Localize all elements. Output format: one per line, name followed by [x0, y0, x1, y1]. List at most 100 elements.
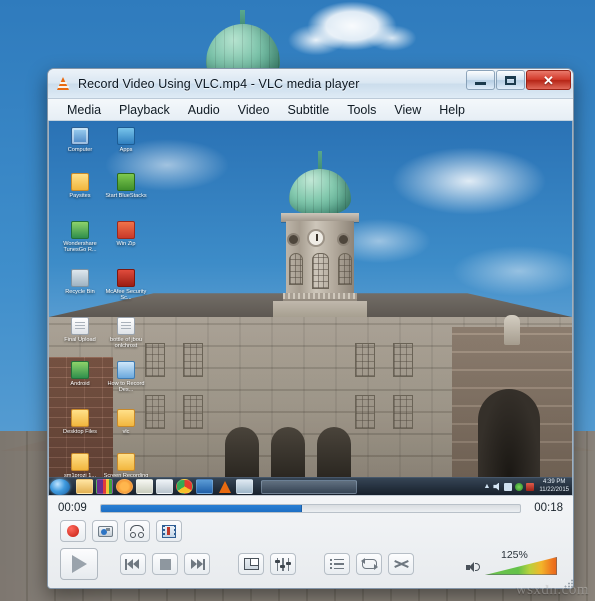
paint-icon[interactable] — [236, 479, 253, 494]
resize-grip[interactable] — [564, 579, 573, 588]
desktop-icon-screen-recording[interactable]: Screen Recording — [101, 453, 151, 479]
seek-row[interactable]: 00:09 00:18 — [48, 496, 573, 518]
volume-group[interactable]: 125% — [466, 549, 563, 575]
menu-bar[interactable]: Media Playback Audio Video Subtitle Tool… — [48, 99, 573, 121]
recorded-taskbar[interactable]: ▲ 4:39 PM 11/22/2015 — [49, 477, 572, 495]
advanced-controls-row[interactable] — [48, 518, 573, 545]
window-title: Record Video Using VLC.mp4 - VLC media p… — [78, 76, 360, 91]
volume-label: 125% — [501, 549, 528, 561]
show-hidden-icons-arrow[interactable]: ▲ — [483, 483, 490, 490]
vlc-cone-icon — [56, 76, 71, 92]
shuffle-icon — [393, 558, 409, 570]
ab-loop-button[interactable] — [124, 520, 150, 542]
volume-slider[interactable]: 125% — [485, 549, 557, 575]
loop-icon — [360, 558, 378, 570]
extended-settings-button[interactable] — [270, 553, 296, 575]
previous-button[interactable] — [120, 553, 146, 575]
maximize-button[interactable] — [496, 70, 525, 90]
desktop-icon-bluestacks[interactable]: Start BlueStacks — [101, 173, 151, 199]
frame-by-frame-button[interactable] — [156, 520, 182, 542]
desktop-icon-apps[interactable]: Apps — [101, 127, 151, 153]
equalizer-icon — [274, 557, 291, 571]
vlc-icon[interactable] — [216, 479, 233, 494]
text-document-icon — [71, 317, 89, 335]
menu-item-audio[interactable]: Audio — [179, 101, 229, 119]
windows-explorer-icon[interactable] — [76, 479, 93, 494]
menu-item-video[interactable]: Video — [229, 101, 279, 119]
stop-button[interactable] — [152, 553, 178, 575]
notification-icon[interactable] — [526, 482, 535, 491]
clock-time: 4:39 PM — [543, 479, 566, 485]
start-orb-icon[interactable] — [50, 478, 70, 495]
apps-shortcut-icon — [117, 127, 135, 145]
folder-icon — [117, 453, 135, 471]
desktop-icon-how-to-record[interactable]: How to Record Des... — [101, 361, 151, 394]
monitor-app-icon[interactable] — [156, 479, 173, 494]
vlc-media-player-window[interactable]: Record Video Using VLC.mp4 - VLC media p… — [47, 68, 574, 589]
menu-item-media[interactable]: Media — [58, 101, 110, 119]
desktop-icon-computer[interactable]: Computer — [55, 127, 105, 153]
playlist-button[interactable] — [324, 553, 350, 575]
playlist-icon — [330, 558, 344, 570]
maximize-icon — [505, 75, 516, 85]
next-icon — [189, 558, 205, 570]
minimize-icon — [475, 81, 486, 85]
android-icon — [71, 361, 89, 379]
desktop-icon-final-upload[interactable]: Final Upload — [55, 317, 105, 343]
folder-icon — [71, 409, 89, 427]
google-chrome-icon[interactable] — [176, 479, 193, 494]
desktop-icon-desktop-files[interactable]: Desktop Files — [55, 409, 105, 435]
clock-date: 11/22/2015 — [539, 486, 569, 493]
menu-item-playback[interactable]: Playback — [110, 101, 179, 119]
menu-item-tools[interactable]: Tools — [338, 101, 385, 119]
system-tray[interactable]: ▲ — [483, 482, 537, 491]
minimize-button[interactable] — [466, 70, 495, 90]
play-icon — [71, 555, 87, 573]
taskbar-apps[interactable] — [76, 479, 253, 494]
tower-clock-face — [307, 229, 325, 247]
desktop-icon-recycle-bin[interactable]: Recycle Bin — [55, 269, 105, 295]
shuffle-button[interactable] — [388, 553, 414, 575]
media-player-icon[interactable] — [116, 479, 133, 494]
play-button[interactable] — [60, 548, 98, 580]
desktop-icon-paysites[interactable]: Paysites — [55, 173, 105, 199]
snapshot-button[interactable] — [92, 520, 118, 542]
seek-slider[interactable] — [100, 503, 521, 513]
total-time: 00:18 — [534, 502, 563, 514]
desktop-icon-winzip[interactable]: Win Zip — [101, 221, 151, 247]
network-icon[interactable] — [504, 482, 513, 491]
computer-icon — [71, 127, 89, 145]
colorful-app-icon[interactable] — [96, 479, 113, 494]
taskbar-clock[interactable]: 4:39 PM 11/22/2015 — [537, 479, 572, 494]
desktop-icon-notes[interactable]: bottle of jbou onlchrost — [101, 317, 151, 350]
menu-item-view[interactable]: View — [385, 101, 430, 119]
folder-icon — [117, 409, 135, 427]
player-controls[interactable]: 00:09 00:18 125% — [48, 495, 573, 588]
record-button[interactable] — [60, 520, 86, 542]
ab-loop-icon — [129, 524, 145, 538]
title-bar[interactable]: Record Video Using VLC.mp4 - VLC media p… — [48, 69, 573, 99]
folder-icon — [71, 453, 89, 471]
fullscreen-button[interactable] — [238, 553, 264, 575]
desktop-icon-tunesgo[interactable]: Wondershare TunesGo R... — [55, 221, 105, 254]
menu-item-subtitle[interactable]: Subtitle — [279, 101, 339, 119]
video-display-area[interactable]: Computer Apps Paysites Start BlueStacks … — [48, 121, 573, 495]
antivirus-icon[interactable] — [515, 482, 524, 491]
desktop-icon-vlc-folder[interactable]: vlc — [101, 409, 151, 435]
mcafee-shield-icon — [117, 269, 135, 287]
desktop-icon-mcafee[interactable]: McAfee Security Sc... — [101, 269, 151, 302]
taskbar-window-button[interactable] — [261, 479, 357, 494]
next-button[interactable] — [184, 553, 210, 575]
transport-controls-row[interactable]: 125% — [48, 545, 573, 588]
desktop-icon-android[interactable]: Android — [55, 361, 105, 387]
frame-icon — [162, 524, 176, 538]
close-button[interactable]: ✕ — [526, 70, 571, 90]
menu-item-help[interactable]: Help — [430, 101, 474, 119]
loop-button[interactable] — [356, 553, 382, 575]
volume-icon[interactable] — [493, 482, 500, 491]
speaker-icon[interactable] — [466, 561, 481, 574]
word-icon[interactable] — [196, 479, 213, 494]
window-controls[interactable]: ✕ — [466, 70, 571, 90]
notepad-icon[interactable] — [136, 479, 153, 494]
desktop-icon-sm1prozi[interactable]: sm1prozi 1... — [55, 453, 105, 479]
